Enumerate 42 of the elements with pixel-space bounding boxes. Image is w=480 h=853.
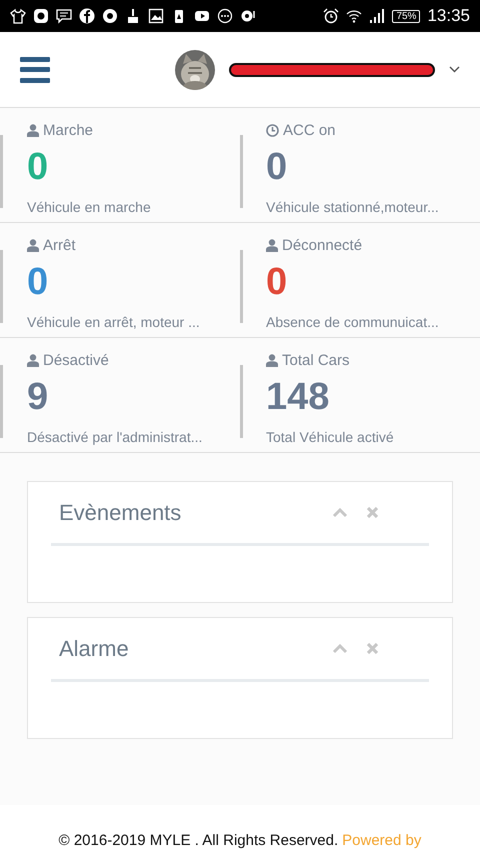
app-icon [102, 8, 118, 24]
stat-title: Total Cars [282, 352, 350, 369]
stat-description: Total Véhicule activé [266, 429, 395, 445]
stat-description: Véhicule stationné,moteur... [266, 199, 440, 215]
chat-icon [217, 8, 233, 24]
chevron-down-icon[interactable] [449, 66, 460, 73]
panel-title: Alarme [59, 636, 129, 662]
clock-time: 13:35 [427, 6, 470, 26]
signal-icon [369, 8, 386, 24]
user-icon [27, 124, 39, 137]
stat-title: ACC on [283, 122, 336, 139]
wifi-icon [346, 8, 362, 24]
panel-title: Evènements [59, 500, 182, 526]
stat-value: 148 [266, 375, 330, 419]
alarm-icon [323, 8, 340, 24]
stat-description: Véhicule en arrêt, moteur ... [27, 314, 201, 330]
stat-title: Désactivé [43, 352, 109, 369]
image-icon [148, 8, 164, 24]
stat-description: Véhicule en marche [27, 199, 152, 215]
menu-button[interactable] [20, 56, 50, 82]
stat-value: 9 [27, 375, 50, 419]
battery-level: 75% [392, 10, 420, 22]
app-icon [79, 8, 95, 24]
powered-by-link[interactable]: Powered by [342, 832, 422, 849]
stat-title: Déconnecté [282, 237, 362, 254]
stat-description: Absence de communuicat... [266, 314, 440, 330]
stat-value: 0 [266, 145, 288, 189]
clock-icon [266, 124, 279, 137]
user-icon [266, 239, 278, 252]
user-icon [27, 354, 39, 367]
copyright-text: © 2016-2019 MYLE . All Rights Reserved. [58, 832, 338, 849]
stat-title: Arrêt [43, 237, 76, 254]
video-icon [194, 8, 210, 24]
stat-value: 0 [266, 260, 288, 304]
user-icon [266, 354, 278, 367]
message-icon [56, 8, 72, 24]
stat-description: Désactivé par l'administrat... [27, 429, 204, 445]
user-icon [27, 239, 39, 252]
stat-value: 0 [27, 145, 50, 189]
shirt-icon [10, 8, 26, 24]
stat-title: Marche [43, 122, 94, 139]
stat-value: 0 [27, 260, 50, 304]
